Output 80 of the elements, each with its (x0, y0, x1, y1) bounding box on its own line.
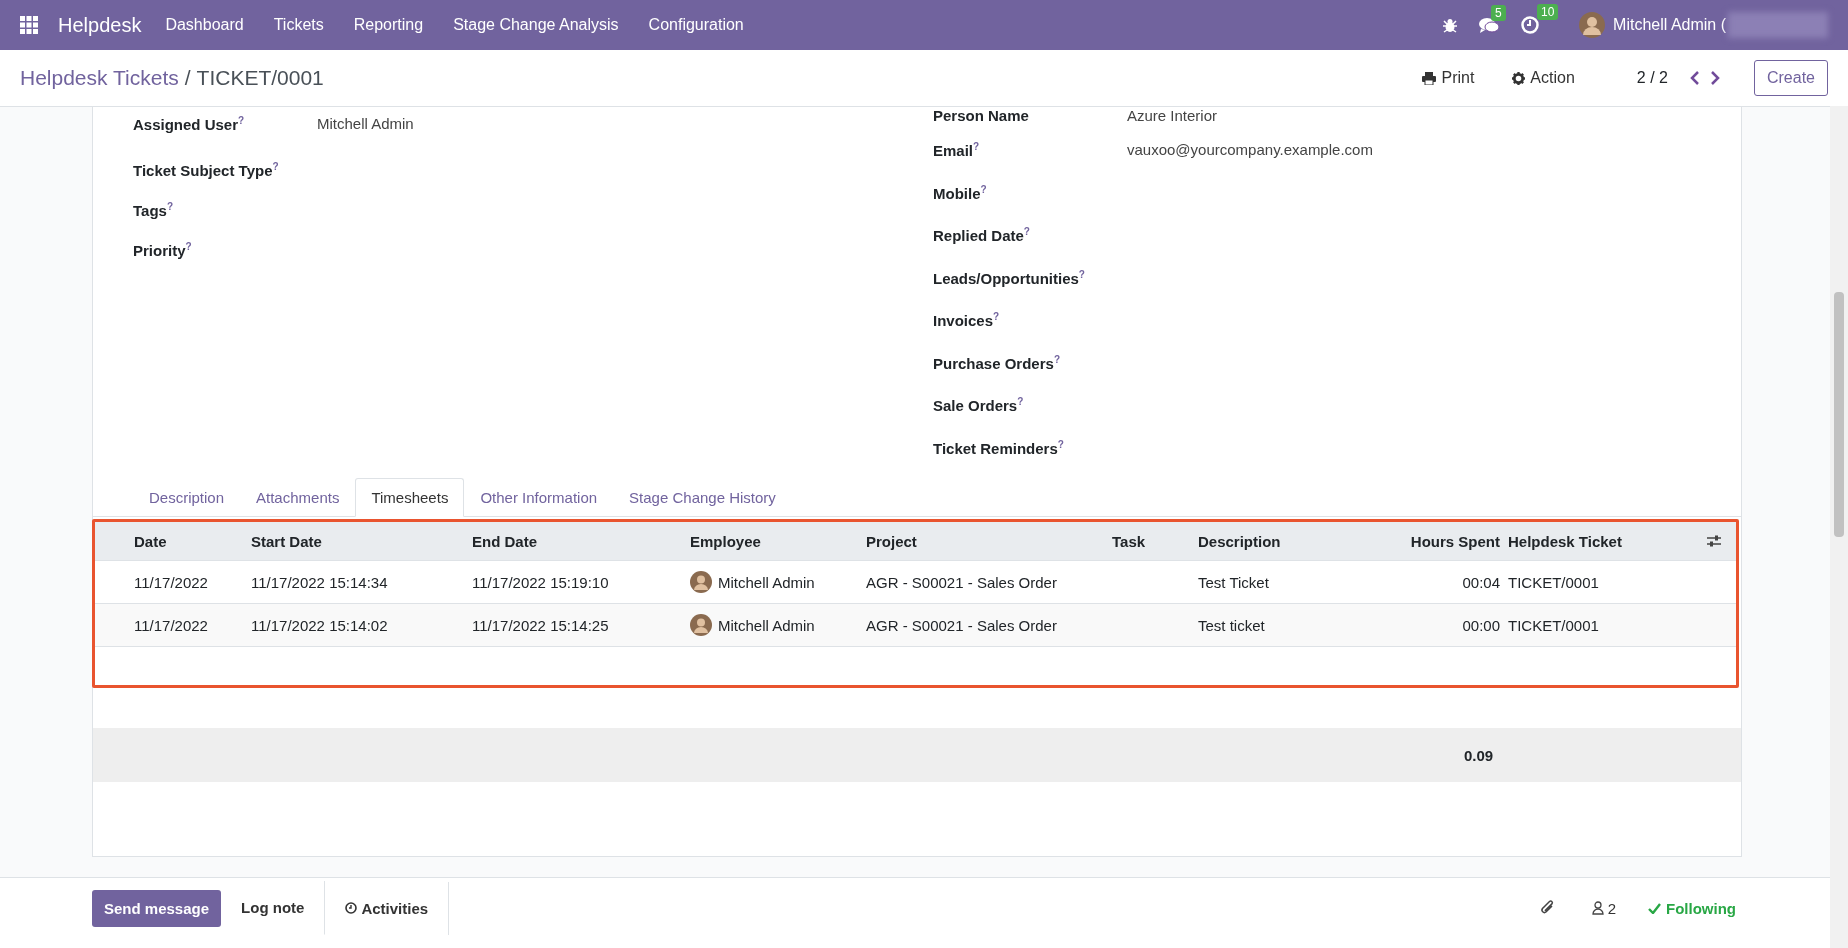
avatar-icon (690, 571, 712, 593)
print-button[interactable]: Print (1416, 68, 1481, 88)
field-label: Priority$^{?}$ (133, 241, 193, 259)
field-label: Purchase Orders$^{?}$ (933, 353, 1061, 372)
column-header[interactable]: Hours Spent (1341, 532, 1504, 550)
table-cell-text: AGR - S00021 - Sales Order (865, 616, 1058, 634)
notebook-tab[interactable]: Other Information (464, 478, 614, 517)
breadcrumb-separator: / (184, 66, 191, 90)
field-label: Person Name (933, 107, 1030, 124)
field-label: Ticket Subject Type$^{?}$ (133, 161, 280, 179)
notebook-tab[interactable]: Stage Change History (613, 478, 792, 517)
menu-item[interactable]: Dashboard (165, 16, 244, 34)
apps-grid-icon[interactable] (20, 16, 38, 34)
field-label: Mobile$^{?}$ (933, 183, 988, 202)
menu-item[interactable]: Stage Change Analysis (453, 16, 619, 34)
table-cell-text: 11/17/2022 15:19:10 (471, 573, 610, 591)
check-icon (1648, 902, 1661, 914)
menu-item[interactable]: Configuration (648, 16, 744, 34)
activity-count-badge: 10 (1537, 4, 1559, 20)
app-name[interactable]: Helpdesk (58, 13, 142, 37)
total-hours: 0.09 (1464, 746, 1494, 764)
person-icon (1591, 901, 1604, 915)
field-label: Leads/Opportunities$^{?}$ (933, 268, 1086, 287)
printer-icon (1422, 71, 1437, 85)
field-label: Sale Orders$^{?}$ (933, 396, 1025, 414)
pager-value: 2 / 2 (1636, 69, 1668, 87)
column-header[interactable]: End Date (468, 532, 686, 550)
table-cell-text: 11/17/2022 (133, 573, 209, 591)
field-value[interactable]: Azure Interior (1127, 107, 1218, 124)
field-label: Tags$^{?}$ (133, 201, 174, 219)
table-cell-text: 11/17/2022 15:14:02 (250, 616, 389, 634)
column-header[interactable]: Project (862, 532, 1108, 550)
message-count-badge: 5 (1491, 4, 1506, 21)
column-header[interactable]: Start Date (247, 532, 468, 550)
table-cell: Mitchell Admin (718, 573, 815, 591)
table-cell-text: TICKET/0001 (1507, 616, 1600, 634)
send-message-button[interactable]: Send message (92, 889, 222, 927)
table-cell-text: 00:04 (1461, 573, 1501, 591)
chevron-right-icon[interactable] (1709, 71, 1720, 85)
table-cell-text: Test Ticket (1197, 573, 1270, 591)
field-label: Assigned User$^{?}$ (133, 115, 246, 133)
column-header[interactable]: Helpdesk Ticket (1504, 532, 1695, 550)
user-avatar-icon[interactable] (1579, 12, 1606, 38)
table-cell-text: 11/17/2022 15:14:34 (250, 573, 389, 591)
field-label: Ticket Reminders$^{?}$ (933, 438, 1065, 457)
column-header[interactable]: Employee (686, 532, 862, 550)
avatar-icon (690, 614, 712, 636)
menu-item[interactable]: Reporting (353, 16, 424, 34)
followers-button[interactable]: 2 (1585, 898, 1622, 918)
user-name[interactable]: Mitchell Admin ( (1613, 16, 1726, 34)
column-header[interactable]: Task (1108, 532, 1194, 550)
gear-icon (1512, 71, 1526, 85)
field-label: Replied Date$^{?}$ (933, 226, 1031, 244)
field-label: Invoices$^{?}$ (933, 311, 1001, 329)
scrollbar[interactable] (1830, 106, 1848, 948)
table-cell-text: 00:00 (1461, 616, 1501, 634)
table-cell: Mitchell Admin (718, 616, 815, 634)
notebook-tab[interactable]: Description (133, 478, 241, 517)
chevron-left-icon[interactable] (1689, 71, 1700, 85)
breadcrumb-link[interactable]: Helpdesk Tickets (20, 66, 179, 90)
field-value[interactable]: Mitchell Admin (317, 115, 414, 132)
column-header[interactable]: Description (1194, 532, 1341, 550)
table-cell-text: AGR - S00021 - Sales Order (865, 573, 1058, 591)
table-cell-text: 11/17/2022 (133, 616, 209, 634)
table-cell-text: 11/17/2022 15:14:25 (471, 616, 610, 634)
bug-icon[interactable] (1443, 17, 1458, 33)
field-label: Email$^{?}$ (933, 141, 981, 159)
create-button[interactable]: Create (1753, 60, 1828, 96)
sliders-icon[interactable] (1707, 535, 1721, 547)
clock-icon (345, 902, 358, 914)
field-value[interactable]: vauxoo@yourcompany.example.com (1127, 141, 1373, 158)
clock-icon[interactable] (1521, 16, 1540, 34)
notebook-tab[interactable]: Attachments (240, 478, 356, 517)
table-cell-text: Test ticket (1197, 616, 1266, 634)
menu-item[interactable]: Tickets (273, 16, 324, 34)
notebook-tab[interactable]: Timesheets (355, 478, 465, 517)
column-header[interactable]: Date (95, 532, 247, 550)
action-button[interactable]: Action (1506, 68, 1581, 88)
table-cell-text: TICKET/0001 (1507, 573, 1600, 591)
breadcrumb-current: TICKET/0001 (196, 66, 324, 90)
